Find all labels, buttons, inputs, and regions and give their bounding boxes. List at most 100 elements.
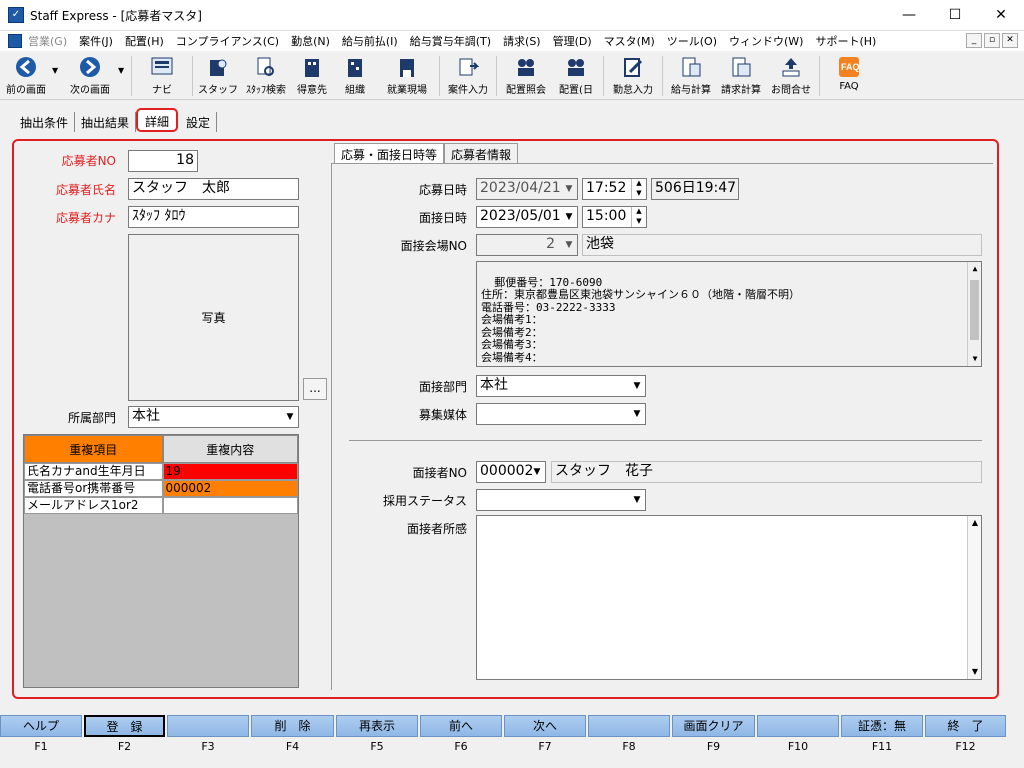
f8-key-label: F8 [622, 740, 636, 753]
f10-button[interactable] [757, 715, 839, 737]
staff-search-button[interactable]: ｽﾀｯﾌ検索 [240, 52, 292, 98]
f6-prev-button[interactable]: 前へ [420, 715, 502, 737]
case-input-button[interactable]: 案件入力 [443, 52, 493, 98]
f2-save-button[interactable]: 登 録 [84, 715, 165, 737]
f3-button[interactable] [167, 715, 249, 737]
applicant-name-field[interactable]: スタッフ 太郎 [128, 178, 299, 200]
minimize-button[interactable]: — [886, 0, 932, 31]
dept-label: 所属部門 [67, 411, 116, 425]
applicant-kana-label: 応募者カナ [55, 211, 116, 225]
arrow-right-icon [78, 55, 102, 79]
table-row[interactable]: 電話番号or携帯番号 000002 [24, 480, 298, 497]
worksite-button[interactable]: 就業現場 [378, 52, 436, 98]
f5-refresh-button[interactable]: 再表示 [336, 715, 418, 737]
tab-applicant-info[interactable]: 応募者情報 [444, 143, 519, 163]
contact-button[interactable]: お問合せ [766, 52, 816, 98]
forward-button[interactable]: 次の画面 [62, 52, 118, 98]
back-dropdown[interactable]: ▼ [52, 66, 62, 75]
tab-settings[interactable]: 設定 [180, 112, 218, 132]
menu-payroll[interactable]: 給与賞与年調(T) [404, 33, 497, 49]
f1-help-button[interactable]: ヘルプ [0, 715, 82, 737]
dept-select[interactable]: 本社 ▼ [128, 406, 299, 428]
impression-textarea[interactable]: ▲ ▼ [476, 515, 982, 680]
placement-day-button[interactable]: 配置(日 [552, 52, 600, 98]
apply-time-field[interactable]: 17:52 ▲ ▼ [582, 178, 647, 200]
menu-master[interactable]: マスタ(M) [598, 33, 661, 49]
applicant-kana-field[interactable]: ｽﾀｯﾌ ﾀﾛｳ [128, 206, 299, 228]
main-tabs: 抽出条件 抽出結果 詳細 設定 [14, 108, 218, 132]
menu-placement[interactable]: 配置(H) [119, 33, 170, 49]
dup-header-content: 重複内容 [162, 435, 298, 463]
org-button[interactable]: 組織 [332, 52, 378, 98]
f12-exit-button[interactable]: 終 了 [925, 715, 1006, 737]
table-row[interactable]: メールアドレス1or2 [24, 497, 298, 514]
apply-date-label: 応募日時 [418, 183, 467, 197]
status-select[interactable]: ▼ [476, 489, 646, 511]
f4-delete-button[interactable]: 削 除 [251, 715, 334, 737]
menu-case[interactable]: 案件(J) [73, 33, 119, 49]
media-select[interactable]: ▼ [476, 403, 646, 425]
back-button[interactable]: 前の画面 [0, 52, 52, 98]
building-icon [300, 55, 324, 79]
menu-compliance[interactable]: コンプライアンス(C) [170, 33, 285, 49]
title-bar: ✓ Staff Express - [応募者マスタ] — ☐ ✕ [0, 0, 1024, 31]
chevron-down-icon: ▼ [971, 667, 979, 676]
media-label: 募集媒体 [418, 408, 467, 422]
scrollbar[interactable]: ▲ ▼ [967, 262, 981, 366]
menu-billing[interactable]: 請求(S) [497, 33, 547, 49]
maximize-button[interactable]: ☐ [932, 0, 978, 31]
applicant-no-field[interactable]: 18 [128, 150, 198, 172]
faq-button[interactable]: FAQ FAQ [823, 52, 875, 98]
staff-button[interactable]: スタッフ [196, 52, 240, 98]
time-spinner[interactable]: ▲ ▼ [631, 207, 646, 227]
navi-icon [150, 55, 174, 79]
tab-detail[interactable]: 詳細 [136, 108, 179, 132]
interview-time-field[interactable]: 15:00 ▲ ▼ [582, 206, 647, 228]
f11-voucher-button[interactable]: 証憑：無 [841, 715, 923, 737]
menu-tools[interactable]: ツール(O) [661, 33, 723, 49]
venue-label: 面接会場NO [400, 239, 467, 253]
photo-box[interactable]: 写真 [128, 234, 299, 401]
mdi-close-button[interactable]: ✕ [1002, 33, 1018, 48]
navi-button[interactable]: ナビ [135, 52, 189, 98]
interview-dept-select[interactable]: 本社 ▼ [476, 375, 646, 397]
table-row[interactable]: 氏名カナand生年月日 19 [24, 463, 298, 480]
function-key-bar: ヘルプ 登 録 削 除 再表示 前へ 次へ 画面クリア 証憑：無 終 了 F1 … [0, 715, 1024, 768]
venue-info-box[interactable]: 郵便番号：170-6090 住所：東京都豊島区東池袋サンシャイン６０（地階・階層… [476, 261, 982, 367]
placement-inquiry-button[interactable]: 配置照会 [500, 52, 552, 98]
document-icon[interactable] [8, 34, 22, 48]
apply-date-picker[interactable]: 2023/04/21 ▼ [476, 178, 578, 200]
f10-key-label: F10 [787, 740, 809, 753]
client-button[interactable]: 得意先 [292, 52, 332, 98]
time-spinner[interactable]: ▲ ▼ [631, 179, 646, 199]
venue-select[interactable]: 2 ▼ [476, 234, 578, 256]
dup-header-item: 重複項目 [24, 435, 163, 463]
menu-attendance[interactable]: 勤怠(N) [285, 33, 336, 49]
mdi-minimize-button[interactable]: _ [966, 33, 982, 48]
tab-apply-interview[interactable]: 応募・面接日時等 [334, 143, 445, 163]
billing-button[interactable]: 請求計算 [716, 52, 766, 98]
scrollbar[interactable]: ▲ ▼ [967, 516, 981, 679]
menu-admin[interactable]: 管理(D) [547, 33, 598, 49]
f6-key-label: F6 [454, 740, 468, 753]
mdi-restore-button[interactable]: ▫ [984, 33, 1000, 48]
menu-window[interactable]: ウィンドウ(W) [723, 33, 809, 49]
close-button[interactable]: ✕ [978, 0, 1024, 31]
menu-support[interactable]: サポート(H) [809, 33, 882, 49]
f8-button[interactable] [588, 715, 670, 737]
menu-advance-pay[interactable]: 給与前払(I) [336, 33, 404, 49]
interview-date-picker[interactable]: 2023/05/01 ▼ [476, 206, 578, 228]
attendance-button[interactable]: 勤怠入力 [607, 52, 659, 98]
interviewer-select[interactable]: 000002 ▼ [476, 461, 546, 483]
f7-next-button[interactable]: 次へ [504, 715, 586, 737]
org-icon [343, 55, 367, 79]
arrow-left-icon [14, 55, 38, 79]
payroll-button[interactable]: 給与計算 [666, 52, 716, 98]
faq-icon: FAQ [837, 55, 861, 79]
f9-clear-button[interactable]: 画面クリア [672, 715, 755, 737]
tab-extract-conditions[interactable]: 抽出条件 [14, 112, 76, 132]
photo-browse-button[interactable]: ... [303, 378, 327, 400]
menu-sales[interactable]: 営業(G) [22, 33, 73, 49]
forward-dropdown[interactable]: ▼ [118, 66, 128, 75]
tab-extract-results[interactable]: 抽出結果 [75, 112, 137, 132]
